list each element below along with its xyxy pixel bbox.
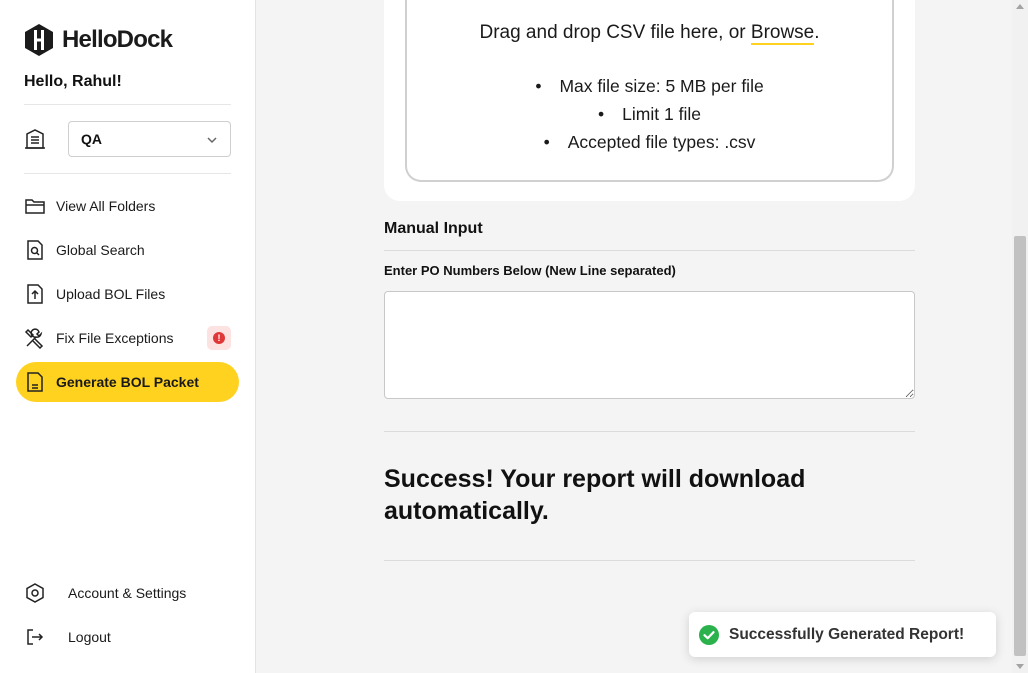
scroll-down-arrow-icon[interactable] [1016, 664, 1024, 669]
sidebar-item-label: Global Search [56, 242, 145, 258]
logout-label: Logout [68, 629, 111, 645]
chevron-down-icon [207, 137, 217, 144]
manual-input-title: Manual Input [384, 220, 483, 237]
sidebar-item-label: Upload BOL Files [56, 286, 166, 302]
success-toast[interactable]: Successfully Generated Report! [689, 612, 996, 657]
tools-icon [24, 328, 44, 349]
app-name: HelloDock [62, 26, 173, 53]
drop-text: Drag and drop CSV file here, or [479, 22, 746, 43]
sidebar-item-label: Generate BOL Packet [56, 374, 199, 390]
user-greeting: Hello, Rahul! [24, 73, 122, 90]
csv-dropzone[interactable]: Drag and drop CSV file here, or Browse. … [405, 0, 894, 182]
sidebar-divider [24, 104, 231, 105]
app-logo[interactable]: HelloDock [24, 24, 173, 56]
sidebar: HelloDock Hello, Rahul! QA View All Fold… [0, 0, 256, 673]
check-circle-icon [699, 624, 719, 645]
scroll-up-arrow-icon[interactable] [1016, 4, 1024, 9]
workspace-select[interactable]: QA [68, 121, 231, 157]
logout-link[interactable]: Logout [24, 625, 111, 649]
settings-hex-icon [26, 583, 44, 603]
hellodock-logo-icon [25, 24, 53, 56]
sidebar-item-label: View All Folders [56, 198, 156, 214]
success-message: Success! Your report will download autom… [384, 465, 806, 525]
dropzone-instructions: Drag and drop CSV file here, or Browse. [407, 22, 892, 45]
sidebar-item-fix-file-exceptions[interactable]: Fix File Exceptions [16, 318, 239, 358]
upload-rule: Accepted file types: .csv [407, 128, 892, 156]
csv-upload-card: Drag and drop CSV file here, or Browse. … [384, 0, 915, 201]
browse-link[interactable]: Browse [750, 22, 815, 45]
file-upload-icon [27, 284, 43, 304]
toast-message: Successfully Generated Report! [729, 625, 965, 643]
upload-rules-list: Max file size: 5 MB per file Limit 1 fil… [407, 72, 892, 156]
upload-rule: Max file size: 5 MB per file [407, 72, 892, 100]
folder-icon [25, 199, 45, 214]
sidebar-item-view-all-folders[interactable]: View All Folders [16, 186, 239, 226]
sidebar-item-generate-bol-packet[interactable]: Generate BOL Packet [16, 362, 239, 402]
po-numbers-label: Enter PO Numbers Below (New Line separat… [384, 263, 676, 278]
sidebar-item-global-search[interactable]: Global Search [16, 230, 239, 270]
scrollbar-thumb[interactable] [1014, 236, 1026, 656]
file-search-icon [27, 240, 43, 260]
workspace-value: QA [81, 131, 102, 147]
sidebar-item-label: Fix File Exceptions [56, 330, 174, 346]
drop-text-suffix: . [814, 22, 820, 43]
page-scrollbar[interactable] [1012, 0, 1028, 673]
po-numbers-input[interactable] [384, 291, 915, 399]
document-icon [27, 372, 43, 392]
section-divider [384, 560, 915, 561]
section-divider [384, 431, 915, 432]
upload-rule: Limit 1 file [407, 100, 892, 128]
sidebar-item-upload-bol-files[interactable]: Upload BOL Files [16, 274, 239, 314]
exceptions-alert-badge: ! [207, 326, 231, 350]
logout-icon [27, 629, 44, 645]
sidebar-divider [24, 173, 231, 174]
building-icon [25, 129, 45, 149]
account-settings-link[interactable]: Account & Settings [24, 581, 186, 605]
account-settings-label: Account & Settings [68, 585, 187, 601]
alert-icon: ! [213, 332, 225, 344]
section-divider [384, 250, 915, 251]
